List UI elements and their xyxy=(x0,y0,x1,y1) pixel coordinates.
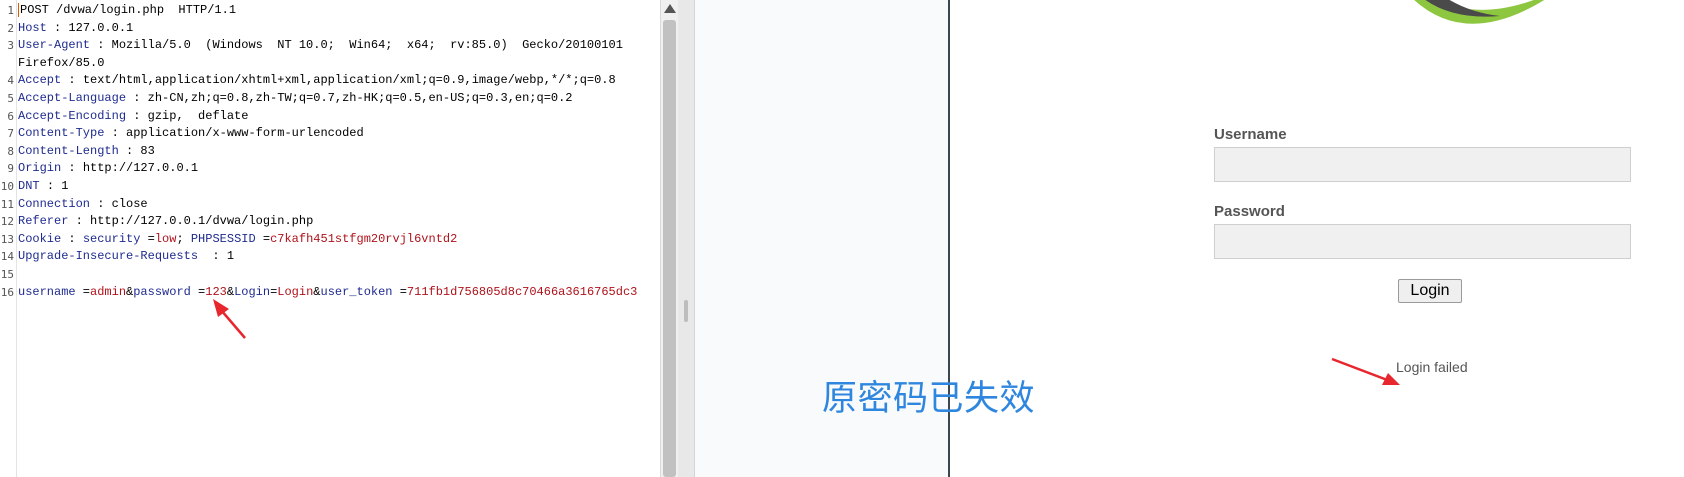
annotation-text: 原密码已失效 xyxy=(822,379,1036,419)
line-number: 5 xyxy=(7,92,14,105)
header-line: User-Agent : Mozilla/5.0 (Windows NT 10.… xyxy=(18,37,623,55)
header-line: Upgrade-Insecure-Requests : 1 xyxy=(18,248,234,266)
line-number: 2 xyxy=(7,21,14,35)
header-value: : close xyxy=(97,196,148,211)
line-number: 10 xyxy=(0,180,14,193)
password-input[interactable] xyxy=(1214,224,1631,259)
header-line: Origin : http://127.0.0.1 xyxy=(18,160,198,178)
line-number: 4 xyxy=(7,74,14,88)
cookie-key: PHPSESSID xyxy=(190,231,256,246)
header-key: Referer xyxy=(18,214,69,229)
text-caret xyxy=(18,2,19,17)
header-key: Content-Length xyxy=(18,143,119,158)
header-key: Host xyxy=(18,20,47,35)
line-number-gutter: 1 2 3 4 5 6 7 8 9 10 11 12 13 14 15 16 xyxy=(0,0,17,477)
header-line: Referer : http://127.0.0.1/dvwa/login.ph… xyxy=(18,213,313,231)
username-label: Username xyxy=(1214,126,1287,143)
username-input[interactable] xyxy=(1214,147,1631,182)
header-value: : zh-CN,zh;q=0.8,zh-TW;q=0.7,zh-HK;q=0.5… xyxy=(133,91,573,105)
header-key: Upgrade-Insecure-Requests xyxy=(18,249,199,264)
splitter-grip-icon[interactable] xyxy=(684,300,688,322)
param-value: admin xyxy=(90,284,127,299)
request-line: POST /dvwa/login.php HTTP/1.1 xyxy=(18,2,237,17)
request-text[interactable]: POST /dvwa/login.php HTTP/1.1 Host : 127… xyxy=(18,0,654,477)
line-number: 16 xyxy=(0,285,14,299)
param-value: 123 xyxy=(205,284,227,299)
header-key: Connection xyxy=(18,196,91,211)
header-value: : 1 xyxy=(198,249,235,264)
cookie-value: c7kafh451stfgm20rvjl6vntd2 xyxy=(270,231,458,246)
header-value: : http://127.0.0.1 xyxy=(68,161,199,176)
scroll-up-arrow-icon[interactable] xyxy=(664,4,676,13)
param-key: user_token xyxy=(320,284,393,299)
header-key: User-Agent xyxy=(18,38,91,53)
header-value: : gzip, deflate xyxy=(133,108,249,123)
pane-splitter[interactable] xyxy=(678,0,694,477)
header-line: Accept-Language : zh-CN,zh;q=0.8,zh-TW;q… xyxy=(18,90,573,108)
login-page: Username Password Login Login failed xyxy=(950,0,1684,477)
header-value: : text/html,application/xhtml+xml,applic… xyxy=(68,73,616,88)
header-value: : application/x-www-form-urlencoded xyxy=(111,126,364,141)
cookie-key: security xyxy=(82,231,141,246)
header-line: Accept-Encoding : gzip, deflate xyxy=(18,108,248,126)
request-editor[interactable]: 1 2 3 4 5 6 7 8 9 10 11 12 13 14 15 16 P… xyxy=(0,0,660,477)
param-value: 711fb1d756805d8c70466a3616765dc3 xyxy=(406,284,638,299)
line-number: 13 xyxy=(0,232,14,246)
cookie-line: Cookie : security =low; PHPSESSID =c7kaf… xyxy=(18,231,458,246)
header-value: : http://127.0.0.1/dvwa/login.php xyxy=(75,214,314,229)
line-number: 14 xyxy=(0,250,14,264)
scrollbar-thumb[interactable] xyxy=(663,20,676,477)
header-key: DNT xyxy=(18,179,40,193)
param-value: Login xyxy=(277,284,314,299)
login-button[interactable]: Login xyxy=(1398,279,1462,303)
line-number: 7 xyxy=(7,127,14,141)
header-key: Accept xyxy=(18,73,62,88)
header-value: : Mozilla/5.0 (Windows NT 10.0; Win64; x… xyxy=(97,38,623,53)
header-line: Content-Type : application/x-www-form-ur… xyxy=(18,125,364,143)
editor-scrollbar[interactable] xyxy=(660,0,679,477)
header-key: Cookie xyxy=(18,231,62,246)
header-line: Content-Length : 83 xyxy=(18,143,155,161)
header-key: Accept-Language xyxy=(18,91,127,105)
header-value: : 1 xyxy=(46,179,69,193)
header-line-wrap: Firefox/85.0 xyxy=(18,55,104,73)
line-number: 1 xyxy=(7,4,14,17)
header-value: : 83 xyxy=(126,143,155,158)
header-value: Firefox/85.0 xyxy=(18,55,105,70)
header-key: Origin xyxy=(18,161,62,176)
line-number: 8 xyxy=(7,144,14,158)
login-failed-message: Login failed xyxy=(1396,359,1468,375)
line-number: 12 xyxy=(0,215,14,229)
header-line: Connection : close xyxy=(18,196,148,214)
line-number: 11 xyxy=(0,197,14,211)
line-number: 3 xyxy=(7,39,14,53)
param-key: username xyxy=(18,284,76,299)
dvwa-logo-icon xyxy=(1414,0,1545,24)
line-number: 6 xyxy=(7,109,14,123)
request-body-line: username =admin&password =123&Login=Logi… xyxy=(18,284,638,299)
password-label: Password xyxy=(1214,203,1285,220)
header-value: : 127.0.0.1 xyxy=(54,20,134,35)
header-line: Accept : text/html,application/xhtml+xml… xyxy=(18,72,616,90)
cookie-value: low xyxy=(154,231,177,246)
header-line: DNT : 1 xyxy=(18,178,68,196)
header-key: Content-Type xyxy=(18,126,105,141)
param-key: Login xyxy=(234,284,271,299)
header-key: Accept-Encoding xyxy=(18,108,127,123)
line-number: 15 xyxy=(0,268,14,281)
header-line: Host : 127.0.0.1 xyxy=(18,20,133,38)
line-number: 9 xyxy=(7,162,14,176)
param-key: password xyxy=(133,284,191,299)
